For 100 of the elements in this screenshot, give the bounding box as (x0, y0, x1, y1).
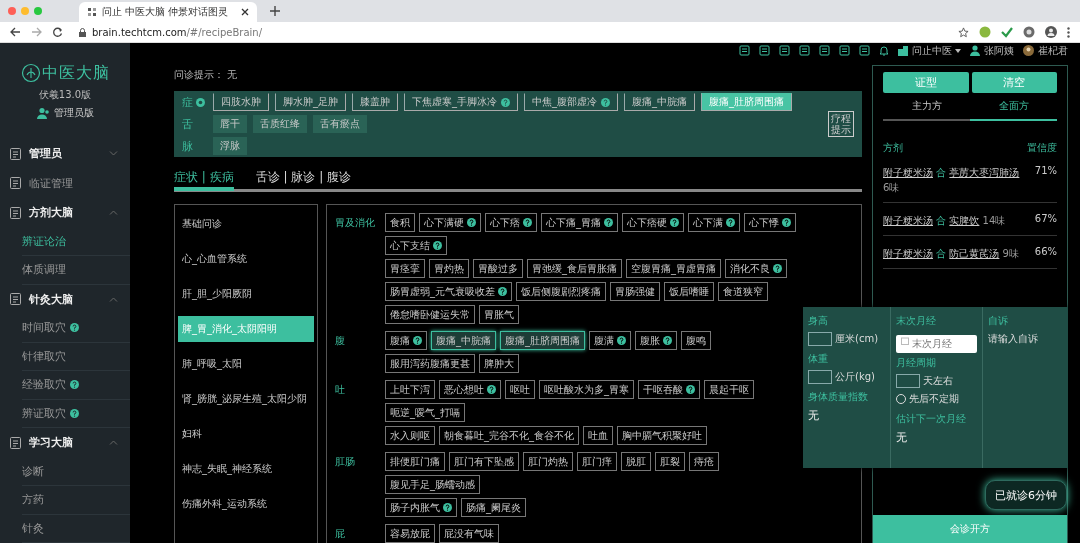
category-item[interactable]: 心_心血管系统 (178, 246, 314, 272)
symptom-tag[interactable]: 胃痉挛 (385, 259, 425, 278)
sidebar-section[interactable]: 针灸大脑 (0, 284, 130, 315)
symptom-tag[interactable]: 肠子内胀气 (385, 498, 457, 517)
symptom-tag[interactable]: 食道狭窄 (718, 282, 768, 301)
finding-tag[interactable]: 中焦_腹部虚冷 (524, 93, 618, 111)
complaint-field[interactable]: 请输入自诉 (988, 332, 1066, 442)
symptom-tag[interactable]: 胸中膈气积聚好吐 (617, 426, 707, 445)
symptom-tag[interactable]: 排便肛门痛 (385, 452, 445, 471)
sidebar-item[interactable]: 经验取穴 (22, 371, 130, 400)
symptom-tag[interactable]: 心下满硬 (419, 213, 481, 232)
symptom-tag[interactable]: 呕吐 (505, 380, 535, 399)
category-item[interactable]: 神志_失眠_神经系统 (178, 456, 314, 482)
symptom-tag[interactable]: 食积 (385, 213, 415, 232)
symptom-tag[interactable]: 腹见手足_肠蠕动感 (385, 475, 480, 494)
finding-tag[interactable]: 唇干 (213, 115, 247, 133)
category-item[interactable]: 肾_膀胱_泌尿生殖_太阳少阴 (178, 386, 314, 412)
star-icon[interactable] (958, 26, 969, 38)
symptom-tag[interactable]: 胃酸过多 (473, 259, 523, 278)
symptom-tag[interactable]: 肠痛_阑尾炎 (461, 498, 526, 517)
sidebar-section[interactable]: 方剂大脑 (0, 198, 130, 228)
symptom-tag[interactable]: 肛裂 (655, 452, 685, 471)
sidebar-item[interactable]: 辨证论治 (22, 227, 130, 257)
cycle-field[interactable] (896, 374, 920, 388)
toolbar-icon[interactable] (799, 45, 810, 56)
symptom-tag[interactable]: 肠胃虚弱_元气衰吸收差 (385, 282, 512, 301)
sidebar-item[interactable]: 辨证取穴 (22, 399, 130, 429)
finding-tag[interactable]: 腹痛_中脘痛 (624, 93, 695, 111)
symptom-tag[interactable]: 吐血 (583, 426, 613, 445)
doctor-name[interactable]: 崔杞君 (1038, 43, 1068, 58)
symptom-tag[interactable]: 肛门灼热 (523, 452, 573, 471)
tab[interactable]: 全面方 (970, 99, 1057, 121)
patient-name[interactable]: 张阿姨 (984, 43, 1014, 58)
symptom-tag[interactable]: 心下痞 (485, 213, 537, 232)
bell-icon[interactable] (879, 45, 889, 56)
formula-name[interactable]: 附子粳米汤 合 葶苈大枣泻肺汤 6味 (883, 165, 1029, 195)
tab[interactable]: 主力方 (883, 99, 970, 121)
toolbar-icon[interactable] (759, 45, 770, 56)
symptom-tag[interactable]: 腹痛_肚脐周围痛 (500, 331, 585, 350)
toolbar-icon[interactable] (779, 45, 790, 56)
symptom-tag[interactable]: 脾肿大 (479, 354, 519, 373)
category-item[interactable]: 妇科 (178, 421, 314, 447)
finding-tag[interactable]: 舌质红绛 (253, 115, 307, 133)
sidebar-item[interactable]: 诊断 (22, 457, 130, 486)
sidebar-section[interactable]: 临证管理 (0, 168, 130, 199)
toolbar-icon[interactable] (839, 45, 850, 56)
symptom-tag[interactable]: 服用泻药腹痛更甚 (385, 354, 475, 373)
back-icon[interactable] (10, 27, 21, 37)
organization-dropdown[interactable]: 问止中医 (912, 43, 952, 58)
toggle-icon[interactable] (196, 97, 205, 107)
sidebar-item[interactable]: 针律取穴 (22, 342, 130, 372)
sidebar-item[interactable]: 体质调理 (22, 256, 130, 285)
tab[interactable]: 舌诊 | 脉诊 | 腹诊 (255, 169, 351, 187)
sidebar-section[interactable]: 管理员 (0, 139, 130, 169)
symptom-tag[interactable]: 腹胀 (635, 331, 677, 350)
symptom-tag[interactable]: 朝食暮吐_完谷不化_食谷不化 (439, 426, 579, 445)
category-item[interactable]: 肝_胆_少阳厥阴 (178, 281, 314, 307)
symptom-tag[interactable]: 倦怠嗜卧健运失常 (385, 305, 475, 324)
symptom-tag[interactable]: 胃弛缓_食后胃胀痛 (527, 259, 622, 278)
symptom-tag[interactable]: 脱肛 (621, 452, 651, 471)
sidebar-item[interactable]: 方药 (22, 486, 130, 515)
browser-tab[interactable]: 问止 中医大脑 仲景对话图灵 (79, 2, 257, 22)
close-icon[interactable] (241, 8, 249, 16)
finding-tag[interactable]: 膝盖肿 (352, 93, 398, 111)
symptom-tag[interactable]: 心下悸 (744, 213, 796, 232)
symptom-tag[interactable]: 胃肠强健 (610, 282, 660, 301)
weight-field[interactable] (808, 370, 832, 384)
symptom-tag[interactable]: 干呕吞酸 (638, 380, 700, 399)
sidebar-item[interactable]: 时间取穴 (22, 314, 130, 343)
symptom-tag[interactable]: 胃胀气 (479, 305, 519, 324)
sidebar-item[interactable]: 针灸 (22, 514, 130, 543)
symptom-tag[interactable]: 消化不良 (725, 259, 787, 278)
symptom-tag[interactable]: 心下痞硬 (622, 213, 684, 232)
symptom-tag[interactable]: 心下支结 (385, 236, 447, 255)
symptom-tag[interactable]: 心下满 (688, 213, 740, 232)
toolbar-icon[interactable] (859, 45, 870, 56)
category-item[interactable]: 伤痛外科_运动系统 (178, 491, 314, 517)
formula-name[interactable]: 附子粳米汤 合 实脾饮 14味 (883, 213, 1006, 228)
symptom-tag[interactable]: 腹痛_中脘痛 (431, 331, 496, 350)
symptom-tag[interactable]: 晨起干呕 (704, 380, 754, 399)
symptom-tag[interactable]: 痔疮 (689, 452, 719, 471)
new-tab-icon[interactable] (270, 6, 280, 16)
symptom-tag[interactable]: 容易放屁 (385, 524, 435, 543)
symptom-tag[interactable]: 腹痛 (385, 331, 427, 350)
finding-tag[interactable]: 下焦虚寒_手脚冰冷 (404, 93, 518, 111)
extension-icon[interactable] (1023, 26, 1035, 38)
reload-icon[interactable] (52, 26, 63, 38)
date-field[interactable]: 末次月经 (896, 334, 977, 353)
symptom-tag[interactable]: 胃灼热 (429, 259, 469, 278)
symptom-tag[interactable]: 呃逆_嗳气_打嗝 (385, 403, 465, 422)
symptom-tag[interactable]: 心下痛_胃痛 (541, 213, 618, 232)
finding-tag[interactable]: 浮脉 (213, 137, 247, 155)
symptom-tag[interactable]: 肛门痒 (577, 452, 617, 471)
profile-avatar-icon[interactable] (1045, 26, 1057, 38)
symptom-tag[interactable]: 恶心想吐 (439, 380, 501, 399)
finding-tag[interactable]: 四肢水肿 (213, 93, 269, 111)
symptom-tag[interactable]: 空腹胃痛_胃虚胃痛 (626, 259, 721, 278)
symptom-tag[interactable]: 上吐下泻 (385, 380, 435, 399)
category-item[interactable]: 肺_呼吸_太阳 (178, 351, 314, 377)
formula-name[interactable]: 附子粳米汤 合 防己黄芪汤 9味 (883, 246, 1019, 261)
